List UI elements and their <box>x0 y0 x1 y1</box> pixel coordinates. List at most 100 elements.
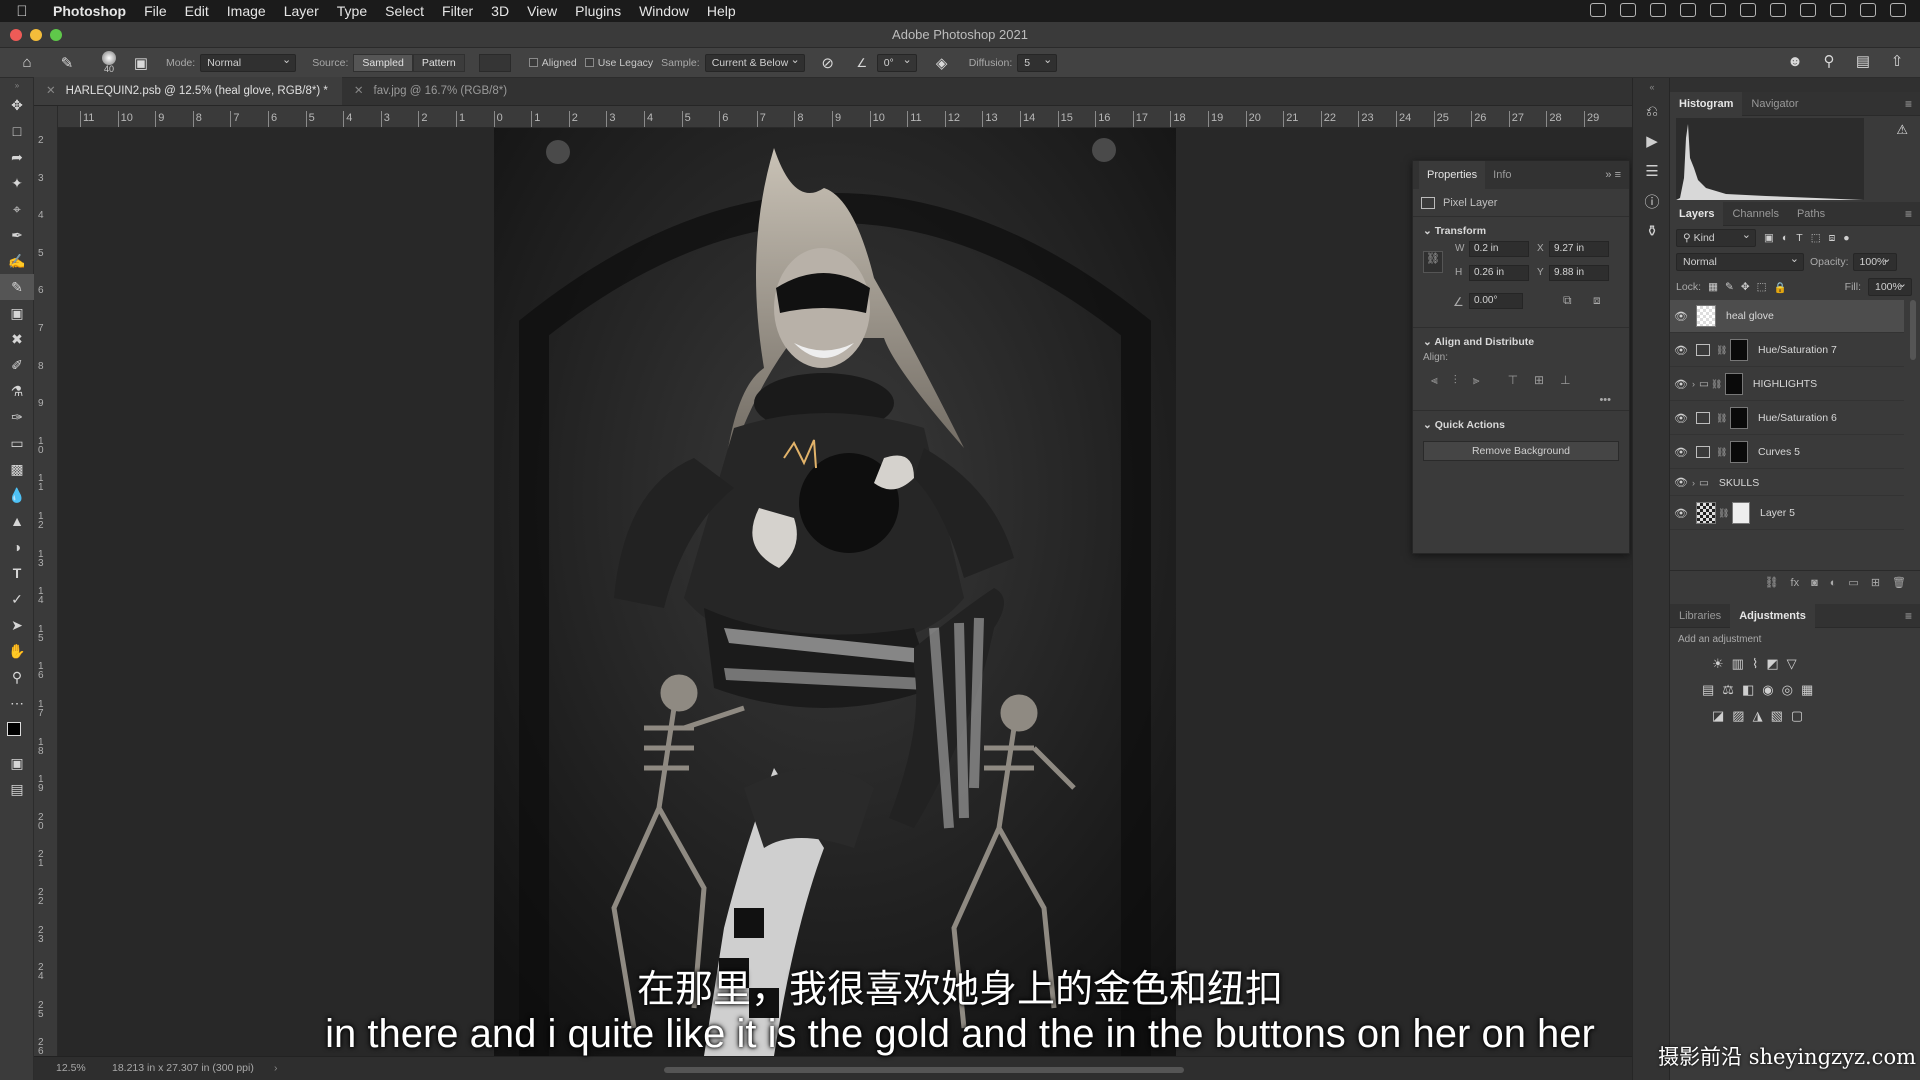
minimize-window-button[interactable] <box>30 29 42 41</box>
adjust-panel-icon[interactable]: ☰ <box>1633 156 1671 186</box>
healing-brush-tool-icon[interactable]: ✎ <box>0 274 34 300</box>
lasso-tool-icon[interactable]: ➦ <box>0 144 34 170</box>
visibility-eye-icon[interactable]: 👁 <box>1670 378 1692 391</box>
align-section-header[interactable]: ⌄ Align and Distribute <box>1413 327 1629 352</box>
tab-channels[interactable]: Channels <box>1723 202 1787 226</box>
layers-menu-icon[interactable]: ≡ <box>1905 207 1912 221</box>
visibility-eye-icon[interactable]: 👁 <box>1670 412 1692 425</box>
mode-select[interactable]: Normal <box>200 52 297 72</box>
ignore-adjustment-layers-icon[interactable]: ⊘ <box>817 54 839 72</box>
history-panel-icon[interactable]: ⎌ <box>1633 96 1671 126</box>
histogram-menu-icon[interactable]: ≡ <box>1905 97 1912 111</box>
align-left-icon[interactable]: ⫷ <box>1431 373 1438 388</box>
move-tool-icon[interactable]: ✥ <box>0 92 34 118</box>
flip-vertical-icon[interactable]: ⧈ <box>1593 293 1601 308</box>
workspace-icon[interactable]: ▤ <box>1852 52 1874 70</box>
invert-icon[interactable]: ◪ <box>1712 708 1732 723</box>
brightness-contrast-icon[interactable]: ☀ <box>1712 656 1732 671</box>
sample-select[interactable]: Current & Below <box>704 52 805 72</box>
filter-toggle-icon[interactable]: ● <box>1843 232 1849 244</box>
layer-row-hue-saturation-7[interactable]: 👁 ⛓ Hue/Saturation 7 <box>1670 334 1904 367</box>
channel-mixer-icon[interactable]: ◎ <box>1782 682 1801 697</box>
content-aware-move-icon[interactable]: ✖ <box>0 326 34 352</box>
clone-source-panel-icon[interactable]: ⚱ <box>1633 216 1671 246</box>
lock-all-icon[interactable]: 🔒 <box>1774 281 1787 294</box>
filter-adjustment-icon[interactable]: ◐ <box>1782 232 1788 244</box>
info-panel-icon[interactable]: ⓘ <box>1633 186 1671 216</box>
tab-properties[interactable]: Properties <box>1419 161 1486 189</box>
vibrance-icon[interactable]: ▽ <box>1787 656 1805 671</box>
control-center-icon[interactable] <box>1890 3 1906 17</box>
filter-shape-icon[interactable]: ⬚ <box>1811 232 1821 244</box>
layer-row-hue-saturation-6[interactable]: 👁 ⛓ Hue/Saturation 6 <box>1670 402 1904 435</box>
brush-size-picker[interactable]: 40 <box>92 51 126 74</box>
fill-field[interactable]: 100% <box>1868 276 1912 296</box>
menu-type[interactable]: Type <box>328 3 376 19</box>
new-layer-icon[interactable]: ⊞ <box>1871 576 1880 589</box>
actions-panel-icon[interactable]: ▶ <box>1633 126 1671 156</box>
menu-3d[interactable]: 3D <box>482 3 518 19</box>
align-center-h-icon[interactable]: ⫶ <box>1454 373 1457 388</box>
cloud-docs-icon[interactable]: ☻ <box>1784 52 1806 70</box>
y-position-field[interactable]: 9.88 in <box>1549 265 1609 281</box>
posterize-icon[interactable]: ▨ <box>1732 708 1752 723</box>
home-icon[interactable]: ⌂ <box>16 54 38 72</box>
healing-brush-tool-preset-icon[interactable]: ✎ <box>56 54 78 72</box>
group-expand-icon[interactable]: › <box>1692 478 1695 488</box>
hue-sat-icon[interactable]: ▤ <box>1702 682 1722 697</box>
menu-plugins[interactable]: Plugins <box>566 3 630 19</box>
doc-tab-fav[interactable]: ✕ fav.jpg @ 16.7% (RGB/8*) <box>342 77 521 105</box>
document-image[interactable] <box>494 128 1176 1056</box>
layer-row-layer-5[interactable]: 👁 ⛓ Layer 5 <box>1670 497 1904 530</box>
menu-app-photoshop[interactable]: Photoshop <box>44 3 135 19</box>
spotlight-search-icon[interactable] <box>1830 3 1846 17</box>
black-white-icon[interactable]: ◧ <box>1742 682 1762 697</box>
visibility-eye-icon[interactable]: 👁 <box>1670 476 1692 489</box>
x-position-field[interactable]: 9.27 in <box>1549 241 1609 257</box>
new-group-icon[interactable]: ▭ <box>1848 576 1858 589</box>
visibility-eye-icon[interactable]: 👁 <box>1670 446 1692 459</box>
lock-transparency-icon[interactable]: ▦ <box>1708 281 1718 293</box>
menu-help[interactable]: Help <box>698 3 745 19</box>
pen-tool-icon[interactable]: ✓ <box>0 586 34 612</box>
tab-libraries[interactable]: Libraries <box>1670 604 1730 628</box>
selective-color-icon[interactable]: ▢ <box>1791 708 1811 723</box>
lock-image-icon[interactable]: ✎ <box>1725 281 1734 293</box>
path-selection-tool-icon[interactable]: ➤ <box>0 612 34 638</box>
share-icon[interactable]: ⇧ <box>1886 52 1908 70</box>
tab-layers[interactable]: Layers <box>1670 201 1724 226</box>
status-camera-icon[interactable] <box>1590 3 1606 17</box>
blend-mode-select[interactable]: Normal <box>1676 251 1804 271</box>
zoom-level[interactable]: 12.5% <box>56 1057 86 1079</box>
photo-filter-icon[interactable]: ◉ <box>1762 682 1781 697</box>
brush-tool-icon[interactable]: ✐ <box>0 352 34 378</box>
marquee-tool-icon[interactable]: □ <box>0 118 34 144</box>
panel-collapse-icon[interactable]: » ≡ <box>1605 169 1621 181</box>
eyedropper-tool-icon[interactable]: ✒ <box>0 222 34 248</box>
flip-horizontal-icon[interactable]: ⧉ <box>1563 293 1572 308</box>
transform-section-header[interactable]: ⌄ Transform <box>1413 217 1629 241</box>
layer-row-highlights[interactable]: 👁 › ▭ ⛓ HIGHLIGHTS <box>1670 368 1904 401</box>
visibility-eye-icon[interactable]: 👁 <box>1670 344 1692 357</box>
layers-scrollbar[interactable] <box>1910 300 1916 360</box>
status-app-icon[interactable] <box>1680 3 1696 17</box>
link-layers-icon[interactable]: ⛓ <box>1765 576 1779 589</box>
exposure-icon[interactable]: ◩ <box>1766 656 1786 671</box>
layer-mask-thumbnail[interactable] <box>1730 407 1748 429</box>
menu-layer[interactable]: Layer <box>275 3 328 19</box>
menu-filter[interactable]: Filter <box>433 3 482 19</box>
zoom-window-button[interactable] <box>50 29 62 41</box>
siri-icon[interactable] <box>1860 3 1876 17</box>
close-tab-icon[interactable]: ✕ <box>46 85 56 97</box>
menu-file[interactable]: File <box>135 3 176 19</box>
horizontal-scrollbar[interactable] <box>664 1067 1184 1073</box>
tab-navigator[interactable]: Navigator <box>1742 92 1807 116</box>
layer-filter-kind-select[interactable]: ⚲ Kind <box>1676 227 1756 247</box>
tab-paths[interactable]: Paths <box>1788 202 1834 226</box>
object-tool-icon[interactable]: ▣ <box>0 300 34 326</box>
diffusion-field[interactable]: 5 <box>1017 52 1058 72</box>
search-icon[interactable]: ⚲ <box>1818 52 1840 70</box>
quick-selection-tool-icon[interactable]: ✦ <box>0 170 34 196</box>
lock-artboard-icon[interactable]: ⬚ <box>1757 281 1767 293</box>
color-lookup-icon[interactable]: ▦ <box>1801 682 1821 697</box>
